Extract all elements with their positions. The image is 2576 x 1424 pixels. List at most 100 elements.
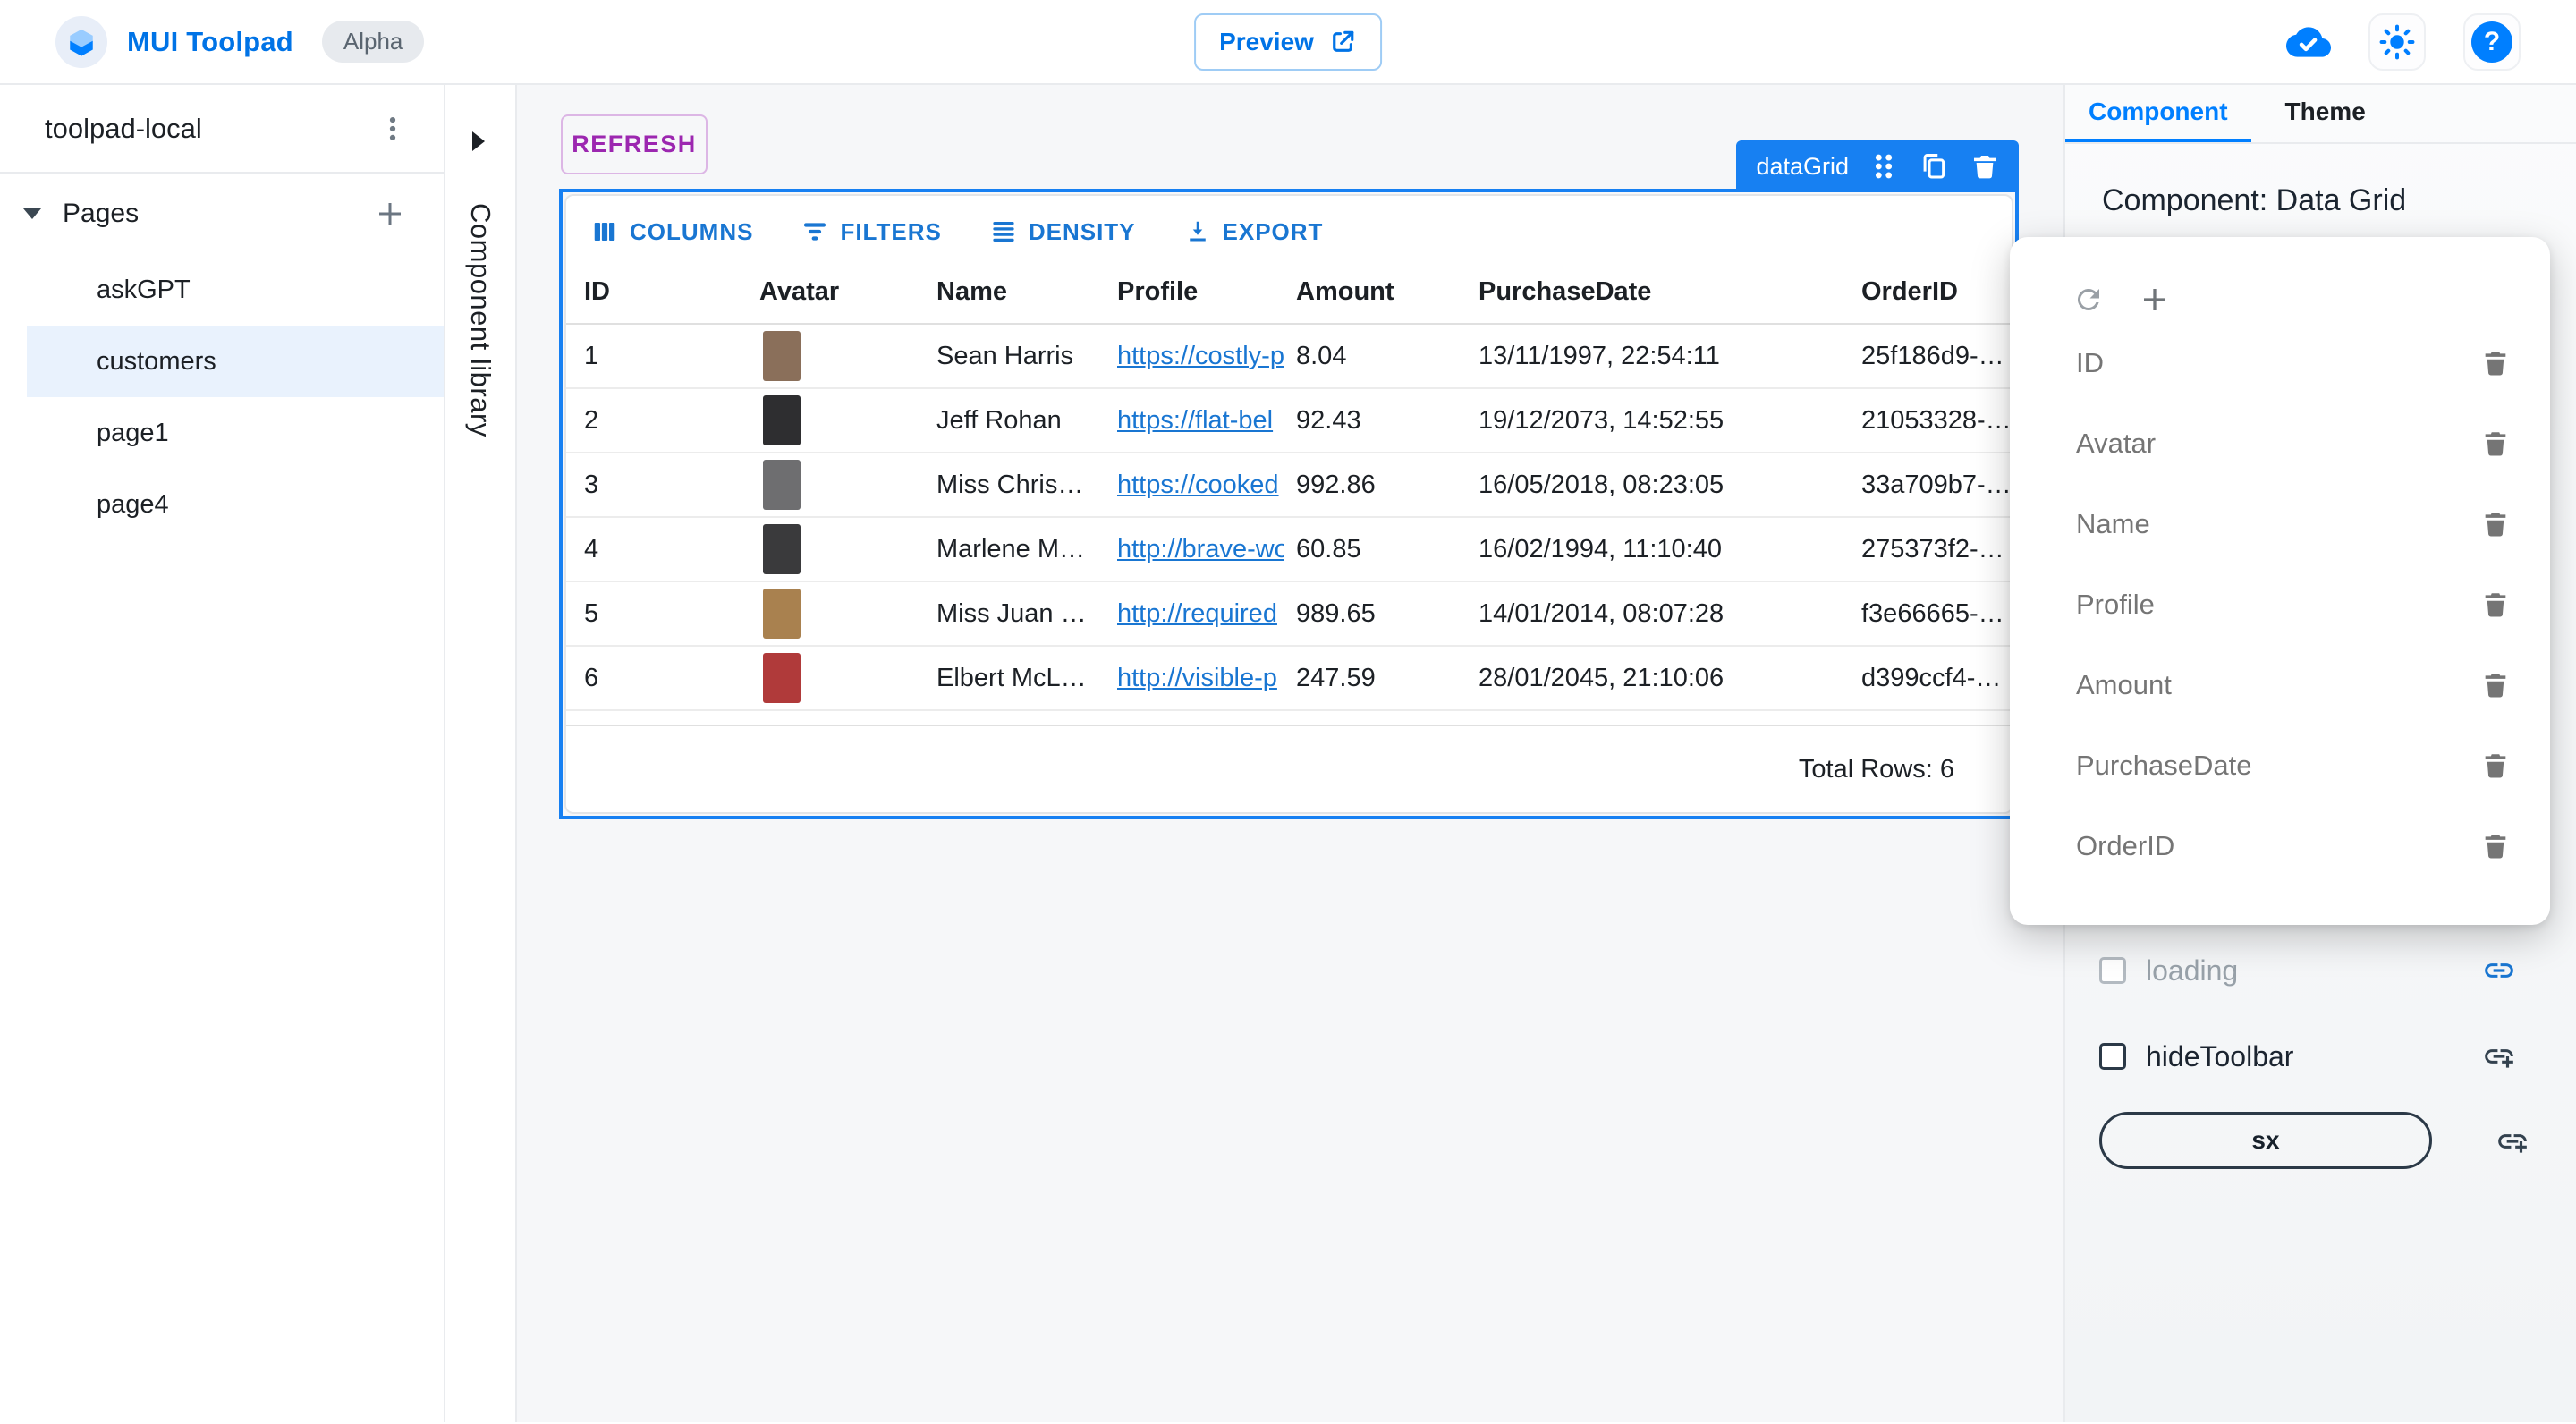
table-row[interactable]: 3 Miss Chris… https://cooked 992.86 16/0… bbox=[566, 453, 2012, 518]
list-item[interactable]: ID bbox=[2010, 323, 2550, 403]
preview-button[interactable]: Preview bbox=[1194, 13, 1382, 71]
data-grid-header-row: ID Avatar Name Profile Amount PurchaseDa… bbox=[566, 260, 2012, 325]
filters-button[interactable]: FILTERS bbox=[791, 211, 952, 253]
sun-icon bbox=[2377, 22, 2417, 62]
sidebar-item-page4[interactable]: page4 bbox=[0, 469, 444, 540]
cell-id: 3 bbox=[566, 470, 759, 500]
page-canvas: REFRESH dataGrid bbox=[517, 85, 2063, 1422]
delete-column-button[interactable] bbox=[2480, 348, 2511, 378]
delete-column-button[interactable] bbox=[2480, 750, 2511, 781]
component-heading: Component: Data Grid bbox=[2102, 183, 2576, 218]
loading-checkbox[interactable] bbox=[2099, 957, 2126, 984]
profile-link[interactable]: https://costly-p bbox=[1117, 342, 1284, 371]
density-icon bbox=[990, 218, 1017, 245]
delete-column-button[interactable] bbox=[2480, 509, 2511, 539]
export-button[interactable]: EXPORT bbox=[1174, 211, 1335, 253]
delete-column-button[interactable] bbox=[2480, 589, 2511, 620]
sidebar-item-askgpt[interactable]: askGPT bbox=[0, 254, 444, 326]
profile-link[interactable]: http://brave-wo bbox=[1117, 535, 1284, 564]
list-item[interactable]: OrderID bbox=[2010, 806, 2550, 886]
kebab-menu-icon[interactable] bbox=[377, 114, 408, 144]
plus-icon bbox=[2139, 284, 2171, 316]
profile-link[interactable]: https://cooked bbox=[1117, 470, 1284, 500]
column-header-amount[interactable]: Amount bbox=[1296, 277, 1479, 307]
component-library-label: Component library bbox=[464, 203, 496, 437]
cell-id: 5 bbox=[566, 599, 759, 629]
open-in-new-icon bbox=[1328, 28, 1357, 56]
recreate-columns-button[interactable] bbox=[2072, 284, 2105, 316]
delete-column-button[interactable] bbox=[2480, 831, 2511, 861]
datagrid-selection-outline[interactable]: dataGrid bbox=[559, 189, 2019, 819]
tab-component[interactable]: Component bbox=[2065, 85, 2251, 142]
cell-purchasedate: 28/01/2045, 21:10:06 bbox=[1479, 664, 1826, 693]
drag-handle-icon[interactable] bbox=[1870, 151, 1897, 182]
profile-link[interactable]: https://flat-bel bbox=[1117, 406, 1284, 436]
list-item[interactable]: Name bbox=[2010, 484, 2550, 564]
avatar bbox=[763, 331, 801, 381]
help-button[interactable] bbox=[2463, 13, 2521, 71]
prop-sx-row: sx bbox=[2099, 1112, 2432, 1171]
cell-orderid: 275373f2-… bbox=[1826, 535, 2012, 564]
columns-button[interactable]: COLUMNS bbox=[580, 211, 764, 253]
delete-column-button[interactable] bbox=[2480, 670, 2511, 700]
theme-brightness-button[interactable] bbox=[2368, 13, 2426, 71]
avatar bbox=[763, 653, 801, 703]
add-page-icon[interactable] bbox=[374, 198, 406, 230]
cloud-synced-icon[interactable] bbox=[2286, 20, 2331, 64]
tab-theme[interactable]: Theme bbox=[2262, 85, 2389, 142]
cell-amount: 992.86 bbox=[1296, 470, 1479, 500]
table-row[interactable]: 1 Sean Harris https://costly-p 8.04 13/1… bbox=[566, 325, 2012, 389]
cell-orderid: 25f186d9-… bbox=[1826, 342, 2012, 371]
column-header-avatar[interactable]: Avatar bbox=[759, 277, 936, 307]
selected-component-chip[interactable]: dataGrid bbox=[1736, 140, 2019, 192]
cell-purchasedate: 14/01/2014, 08:07:28 bbox=[1479, 599, 1826, 629]
column-name: Profile bbox=[2076, 589, 2155, 621]
profile-link[interactable]: http://visible-p bbox=[1117, 664, 1284, 693]
avatar bbox=[763, 524, 801, 574]
column-header-profile[interactable]: Profile bbox=[1117, 277, 1296, 307]
column-header-name[interactable]: Name bbox=[936, 277, 1117, 307]
table-row[interactable]: 5 Miss Juan … http://required 989.65 14/… bbox=[566, 582, 2012, 647]
list-item[interactable]: PurchaseDate bbox=[2010, 725, 2550, 806]
profile-link[interactable]: http://required bbox=[1117, 599, 1284, 629]
data-grid-footer: Total Rows: 6 bbox=[566, 725, 2012, 812]
delete-component-icon[interactable] bbox=[1970, 152, 1999, 181]
brand[interactable]: MUI Toolpad Alpha bbox=[55, 16, 424, 68]
column-header-purchasedate[interactable]: PurchaseDate bbox=[1479, 277, 1826, 307]
sx-bind-button[interactable] bbox=[2496, 1124, 2529, 1158]
sidebar-item-page1[interactable]: page1 bbox=[0, 397, 444, 469]
pages-collapse-caret-icon[interactable] bbox=[23, 208, 41, 219]
cell-amount: 60.85 bbox=[1296, 535, 1479, 564]
table-row[interactable]: 6 Elbert McL… http://visible-p 247.59 28… bbox=[566, 647, 2012, 711]
loading-bind-button[interactable] bbox=[2482, 954, 2516, 987]
table-row[interactable]: 2 Jeff Rohan https://flat-bel 92.43 19/1… bbox=[566, 389, 2012, 453]
refresh-button[interactable]: REFRESH bbox=[561, 114, 708, 174]
cell-id: 2 bbox=[566, 406, 759, 436]
duplicate-component-icon[interactable] bbox=[1919, 151, 1949, 182]
column-header-orderid[interactable]: OrderID bbox=[1826, 277, 2012, 307]
alpha-badge: Alpha bbox=[322, 21, 425, 63]
list-item[interactable]: Avatar bbox=[2010, 403, 2550, 484]
hidetoolbar-checkbox[interactable] bbox=[2099, 1043, 2126, 1070]
cell-amount: 989.65 bbox=[1296, 599, 1479, 629]
sx-button[interactable]: sx bbox=[2099, 1112, 2432, 1169]
filters-label: FILTERS bbox=[840, 218, 941, 246]
density-label: DENSITY bbox=[1029, 218, 1136, 246]
column-header-id[interactable]: ID bbox=[566, 277, 759, 307]
component-library-panel[interactable]: Component library bbox=[445, 85, 517, 1422]
hidetoolbar-bind-button[interactable] bbox=[2482, 1039, 2516, 1073]
table-row[interactable]: 4 Marlene M… http://brave-wo 60.85 16/02… bbox=[566, 518, 2012, 582]
expand-panel-chevron-icon bbox=[472, 131, 485, 151]
columns-editor-popup: ID Avatar Name bbox=[2010, 237, 2550, 925]
column-name: Name bbox=[2076, 508, 2150, 540]
sidebar-item-customers[interactable]: customers bbox=[27, 326, 444, 397]
delete-column-button[interactable] bbox=[2480, 428, 2511, 459]
list-item[interactable]: Amount bbox=[2010, 645, 2550, 725]
cell-purchasedate: 16/05/2018, 08:23:05 bbox=[1479, 470, 1826, 500]
trash-icon bbox=[2480, 670, 2511, 700]
add-column-button[interactable] bbox=[2139, 284, 2171, 316]
density-button[interactable]: DENSITY bbox=[979, 211, 1147, 253]
app-title: MUI Toolpad bbox=[127, 26, 293, 58]
trash-icon bbox=[2480, 428, 2511, 459]
list-item[interactable]: Profile bbox=[2010, 564, 2550, 645]
